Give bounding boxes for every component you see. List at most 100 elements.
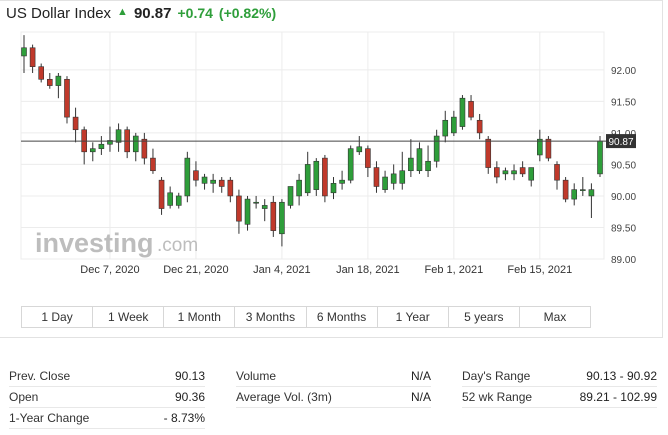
candle xyxy=(562,177,569,203)
candle-body xyxy=(150,157,156,172)
candle-body xyxy=(416,148,423,172)
tab-5-years[interactable]: 5 years xyxy=(448,307,520,327)
stat-value: N/A xyxy=(410,390,431,404)
candle xyxy=(485,136,492,174)
candle xyxy=(339,170,345,190)
candle xyxy=(29,44,36,73)
y-tick-label: 89.00 xyxy=(611,255,636,266)
y-tick-label: 92.00 xyxy=(611,66,636,77)
candle xyxy=(38,63,44,83)
x-tick-label: Jan 18, 2021 xyxy=(336,264,400,276)
candle-body xyxy=(485,138,492,168)
candle-body xyxy=(322,157,328,197)
stat-label: Day's Range xyxy=(462,369,531,383)
price-change-percent: (+0.82%) xyxy=(218,5,277,21)
candle xyxy=(89,142,96,162)
candle-body xyxy=(175,195,182,206)
candle-body xyxy=(98,143,105,149)
candle xyxy=(502,167,509,181)
candle-body xyxy=(451,116,457,134)
candle xyxy=(442,110,449,143)
last-price: 90.87 xyxy=(133,5,172,22)
stat-value: 89.21 - 102.99 xyxy=(579,390,657,404)
candle xyxy=(390,164,397,190)
candle-body xyxy=(287,186,294,206)
candle xyxy=(210,173,216,193)
candle xyxy=(528,167,535,187)
investing-logo: investing .com xyxy=(35,228,198,258)
candle-body xyxy=(554,164,560,181)
stats-row: Prev. Close 90.13 Volume N/A Day's Range 90.1… xyxy=(0,366,668,387)
candle xyxy=(580,177,586,196)
stat-value: 90.36 xyxy=(174,390,205,404)
tab-1-week[interactable]: 1 Week xyxy=(93,307,165,327)
candle xyxy=(313,158,320,196)
candle-body xyxy=(365,148,371,168)
candle xyxy=(588,183,595,219)
candle-body xyxy=(339,179,345,184)
candle xyxy=(537,129,543,162)
candle-body xyxy=(72,116,79,131)
candle xyxy=(253,195,259,209)
y-tick-label: 89.50 xyxy=(611,223,636,234)
candle xyxy=(468,95,474,121)
candle xyxy=(279,199,285,247)
candle-body xyxy=(201,176,208,184)
candle-body xyxy=(46,78,53,86)
candle xyxy=(244,195,251,231)
logo-brand: investing xyxy=(35,228,154,258)
candle xyxy=(322,154,328,203)
tab-max[interactable]: Max xyxy=(519,307,590,327)
tab-6-months[interactable]: 6 Months xyxy=(306,307,378,327)
candle xyxy=(98,136,105,155)
y-tick-label: 91.50 xyxy=(611,97,636,108)
y-tick-label: 90.50 xyxy=(611,160,636,171)
candle xyxy=(356,136,363,155)
candle-body xyxy=(588,189,595,197)
candle-body xyxy=(55,75,62,86)
x-tick-label: Dec 7, 2020 xyxy=(80,264,139,276)
candle xyxy=(158,177,165,215)
candle-body xyxy=(158,179,165,209)
candle-body xyxy=(64,78,70,118)
stat-label: 52 wk Range xyxy=(462,390,533,404)
logo-suffix: .com xyxy=(157,235,198,256)
candle-body xyxy=(89,148,96,153)
candle xyxy=(270,195,277,237)
candle-body xyxy=(296,179,302,197)
quote-header: US Dollar Index ▲ 90.87 +0.74 (+0.82%) xyxy=(6,5,276,25)
candle xyxy=(46,72,53,89)
range-tabs: 1 Day 1 Week 1 Month 3 Months 6 Months 1 Year… xyxy=(21,306,591,328)
candle xyxy=(597,136,603,178)
candle-body xyxy=(184,157,191,197)
candle xyxy=(21,35,27,73)
candle xyxy=(554,161,560,190)
candle xyxy=(408,139,414,178)
candle-body xyxy=(218,179,225,187)
stats-row: 1-Year Change - 8.73% xyxy=(0,408,668,429)
candle xyxy=(304,151,311,196)
candle xyxy=(175,192,182,209)
candle-body xyxy=(511,170,517,175)
tab-1-month[interactable]: 1 Month xyxy=(164,307,236,327)
x-tick-label: Jan 4, 2021 xyxy=(253,264,311,276)
stat-label: Open xyxy=(9,390,39,404)
candle-body xyxy=(330,183,337,194)
candle-body xyxy=(304,164,311,194)
candle xyxy=(218,177,225,193)
stat-value: - 8.73% xyxy=(163,411,205,425)
candle-body xyxy=(356,146,363,153)
candle-body xyxy=(476,119,483,134)
candlestick-chart[interactable]: investing .com 92.0091.5091.0090.5090.00… xyxy=(0,29,663,277)
candle-body xyxy=(347,148,354,181)
candle xyxy=(399,151,406,190)
candle-body xyxy=(29,47,36,67)
tab-3-months[interactable]: 3 Months xyxy=(235,307,307,327)
tab-1-year[interactable]: 1 Year xyxy=(377,307,449,327)
x-axis: Dec 7, 2020 Dec 21, 2020 Jan 4, 2021 Jan 18… xyxy=(80,264,572,276)
candle xyxy=(287,186,294,209)
chart-grid xyxy=(20,31,605,260)
candle xyxy=(519,161,526,178)
candle xyxy=(347,145,354,184)
tab-1-day[interactable]: 1 Day xyxy=(22,307,94,327)
